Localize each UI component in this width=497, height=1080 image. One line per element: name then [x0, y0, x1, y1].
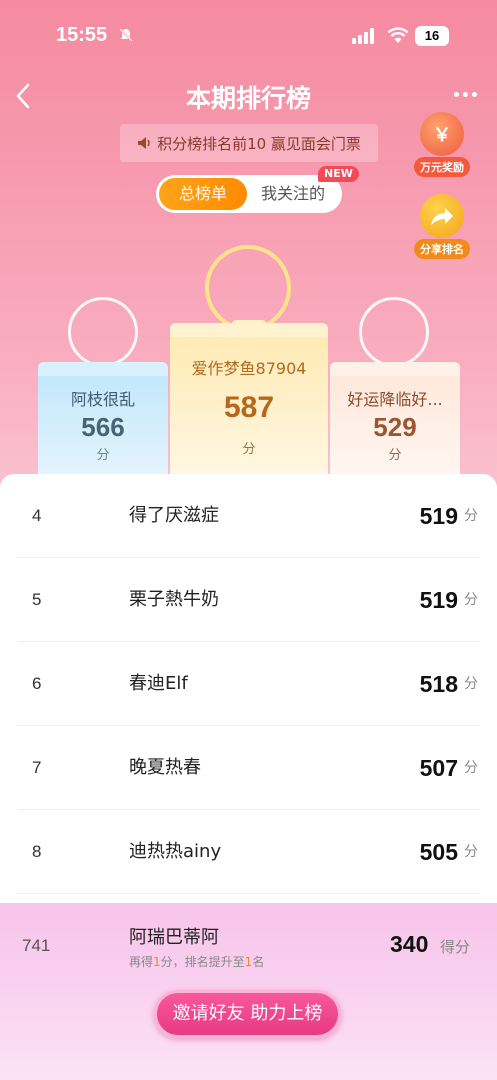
money-bag-icon: ￥	[420, 112, 464, 156]
reward-label: 万元奖励	[414, 157, 470, 177]
score-unit: 分	[464, 844, 478, 860]
podium-first-name: 爱作梦鱼87904	[191, 359, 307, 378]
podium-third-unit: 分	[388, 448, 402, 463]
hint-suffix: 名	[252, 955, 265, 969]
hint-prefix: 再得	[129, 955, 154, 969]
avatar-third[interactable]	[359, 297, 429, 367]
hint-points: 1	[153, 955, 161, 969]
podium-first-score: 587	[223, 391, 275, 424]
reward-button[interactable]: ￥ 万元奖励	[414, 112, 470, 177]
my-user-name: 阿瑞巴蒂阿	[129, 927, 219, 948]
new-badge: NEW	[318, 166, 359, 182]
battery-indicator: 16	[415, 26, 449, 46]
list-item[interactable]: 7 晚夏热春 507 分	[18, 726, 480, 810]
rank-number: 5	[32, 590, 42, 609]
my-score: 340	[390, 931, 429, 957]
user-name: 得了厌滋症	[129, 505, 219, 526]
my-rank-bar: 741 阿瑞巴蒂阿 再得1分，排名提升至1名 340 得分 邀请好友 助力上榜	[0, 903, 497, 1080]
announcement-banner: 积分榜排名前10 赢见面会门票	[120, 124, 378, 162]
rank-number: 6	[32, 674, 42, 693]
list-item[interactable]: 6 春迪Elf 518 分	[18, 642, 480, 726]
list-item[interactable]: 5 栗子熱牛奶 519 分	[18, 558, 480, 642]
user-name: 迪热热ainy	[129, 841, 222, 862]
podium-second[interactable]: 阿枝很乱 566 分	[38, 362, 168, 474]
my-rank-number: 741	[22, 936, 51, 955]
podium-third-name: 好运降临好...	[347, 390, 443, 409]
my-score-unit: 得分	[440, 938, 471, 956]
share-label: 分享排名	[414, 239, 470, 259]
ranking-tabs: 总榜单 我关注的	[156, 175, 342, 213]
score-unit: 分	[464, 592, 478, 608]
signal-icon	[352, 28, 374, 44]
user-name: 晚夏热春	[129, 757, 201, 778]
announcement-text: 积分榜排名前10 赢见面会门票	[157, 134, 361, 153]
rank-number: 8	[32, 842, 42, 861]
mute-bell-icon	[119, 28, 133, 42]
hint-mid: 分，排名提升至	[160, 955, 245, 969]
user-score: 505	[419, 839, 458, 865]
list-item[interactable]: 4 得了厌滋症 519 分	[18, 474, 480, 558]
podium-second-unit: 分	[96, 448, 110, 463]
list-item[interactable]: 8 迪热热ainy 505 分	[18, 810, 480, 894]
wifi-icon	[387, 27, 409, 43]
ranking-list: 4 得了厌滋症 519 分 5 栗子熱牛奶 519 分 6 春迪Elf 518 …	[0, 474, 497, 914]
invite-friends-button[interactable]: 邀请好友 助力上榜	[154, 990, 341, 1038]
avatar-first[interactable]	[205, 245, 291, 331]
avatar-second[interactable]	[68, 297, 138, 367]
rank-number: 7	[32, 758, 42, 777]
podium-first-unit: 分	[242, 442, 256, 457]
user-score: 518	[419, 671, 458, 697]
speaker-icon	[138, 137, 150, 149]
podium-third-score: 529	[373, 412, 417, 442]
score-unit: 分	[464, 676, 478, 692]
rank-up-hint: 再得1分，排名提升至1名	[129, 953, 264, 970]
tab-overall[interactable]: 总榜单	[159, 178, 247, 210]
score-unit: 分	[464, 760, 478, 776]
user-name: 栗子熱牛奶	[129, 589, 219, 610]
podium-first[interactable]: 爱作梦鱼87904 587 分	[170, 323, 328, 474]
page-title: 本期排行榜	[185, 84, 311, 113]
rank-number: 4	[32, 506, 42, 525]
user-score: 507	[419, 755, 458, 781]
score-unit: 分	[464, 508, 478, 524]
user-score: 519	[419, 503, 458, 529]
share-arrow-icon	[420, 194, 464, 238]
user-score: 519	[419, 587, 458, 613]
tab-following[interactable]: 我关注的	[247, 178, 339, 210]
podium-third[interactable]: 好运降临好... 529 分	[330, 362, 460, 474]
status-time: 15:55	[56, 24, 108, 46]
podium-second-name: 阿枝很乱	[70, 390, 135, 409]
user-name: 春迪Elf	[129, 673, 188, 694]
more-options-icon[interactable]	[454, 82, 484, 106]
podium-second-score: 566	[81, 412, 125, 442]
status-bar: 15:55 16	[0, 0, 497, 70]
share-ranking-button[interactable]: 分享排名	[414, 194, 470, 259]
